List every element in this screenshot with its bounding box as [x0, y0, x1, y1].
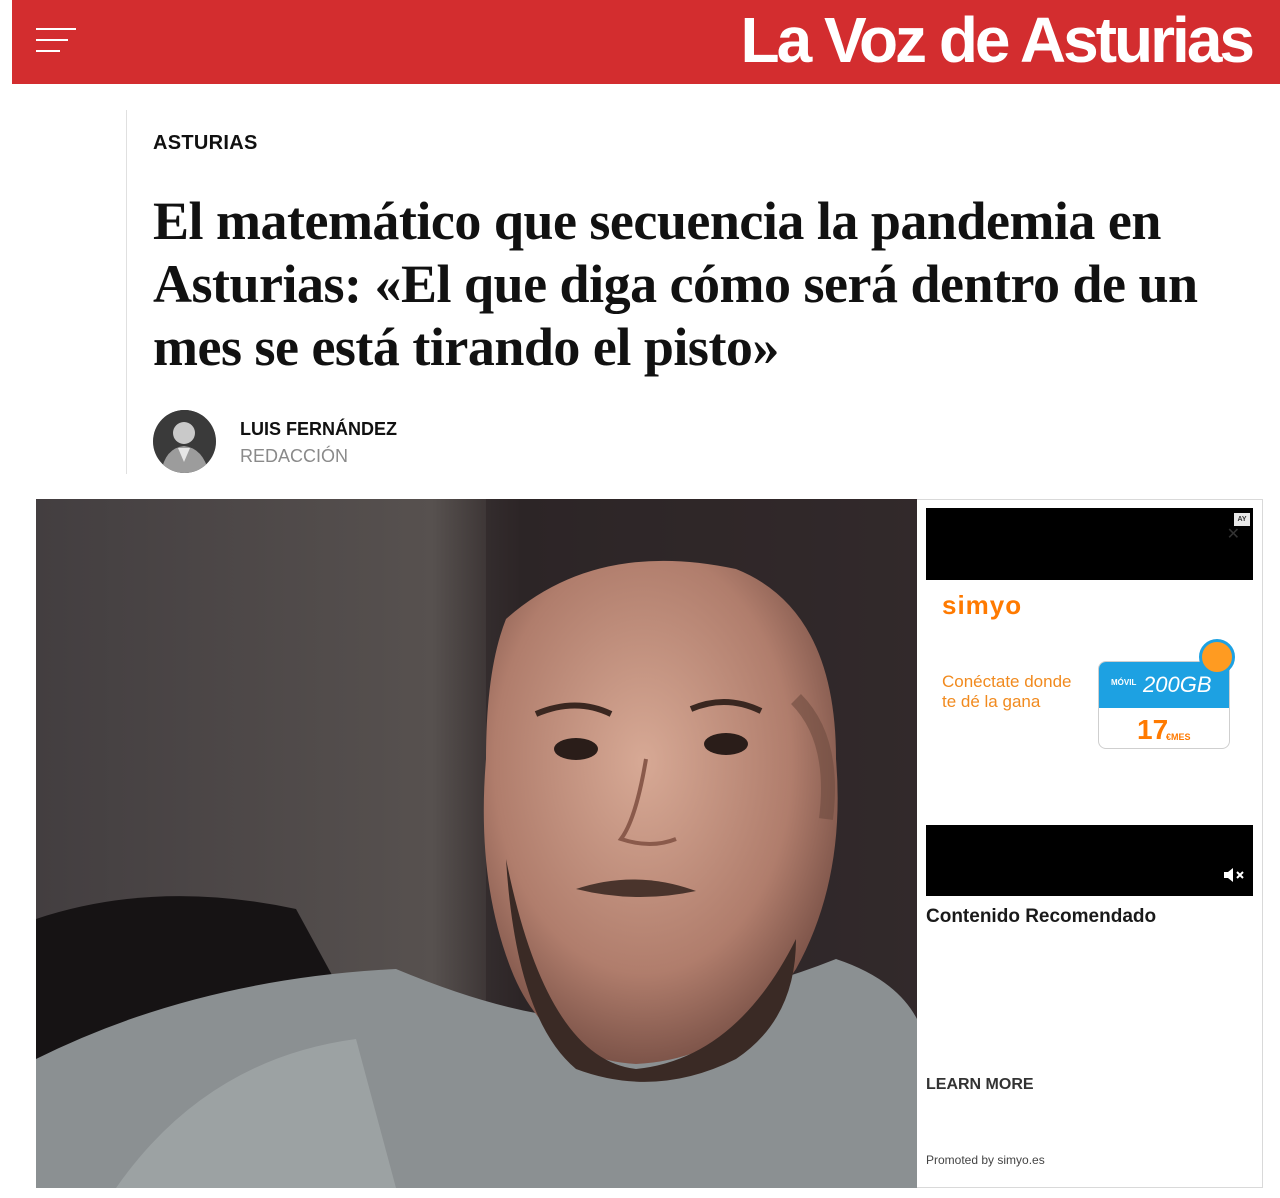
plan-price: 17: [1137, 714, 1169, 745]
author-avatar[interactable]: [153, 410, 216, 473]
article-headline: El matemático que secuencia la pandemia …: [153, 191, 1198, 377]
promoted-by[interactable]: Promoted by simyo.es: [926, 1153, 1045, 1167]
learn-more-link[interactable]: LEARN MORE: [926, 1076, 1034, 1094]
menu-icon[interactable]: [36, 26, 80, 56]
ad-tagline: Conéctate donde te dé la gana: [942, 672, 1072, 711]
ad-video-bottom: [926, 825, 1253, 896]
site-logo[interactable]: La Voz de Asturias: [741, 4, 1255, 76]
ad-video-top: [926, 508, 1253, 580]
site-header: La Voz de Asturias: [12, 0, 1280, 84]
advertisement[interactable]: AY ✕ simyo Conéctate donde te dé la gana…: [917, 499, 1263, 1188]
section-label[interactable]: ASTURIAS: [153, 132, 258, 155]
article-header: ASTURIAS El matemático que secuencia la …: [126, 110, 1246, 474]
plan-unit: €MES: [1166, 732, 1191, 742]
mute-icon[interactable]: [1223, 867, 1245, 883]
plan-card[interactable]: MÓVIL 200GB 17 €MES: [1098, 661, 1230, 749]
author-role: REDACCIÓN: [240, 446, 349, 466]
simyo-logo[interactable]: simyo: [942, 590, 1022, 621]
close-icon[interactable]: ✕: [1227, 524, 1240, 544]
plan-label: MÓVIL: [1111, 678, 1137, 687]
recommended-title: Contenido Recomendado: [926, 906, 1157, 927]
article-photo: [36, 499, 917, 1188]
offer-seal-icon: [1199, 639, 1235, 675]
plan-data: 200GB: [1143, 672, 1212, 697]
author-name[interactable]: LUIS FERNÁNDEZ: [240, 419, 397, 440]
